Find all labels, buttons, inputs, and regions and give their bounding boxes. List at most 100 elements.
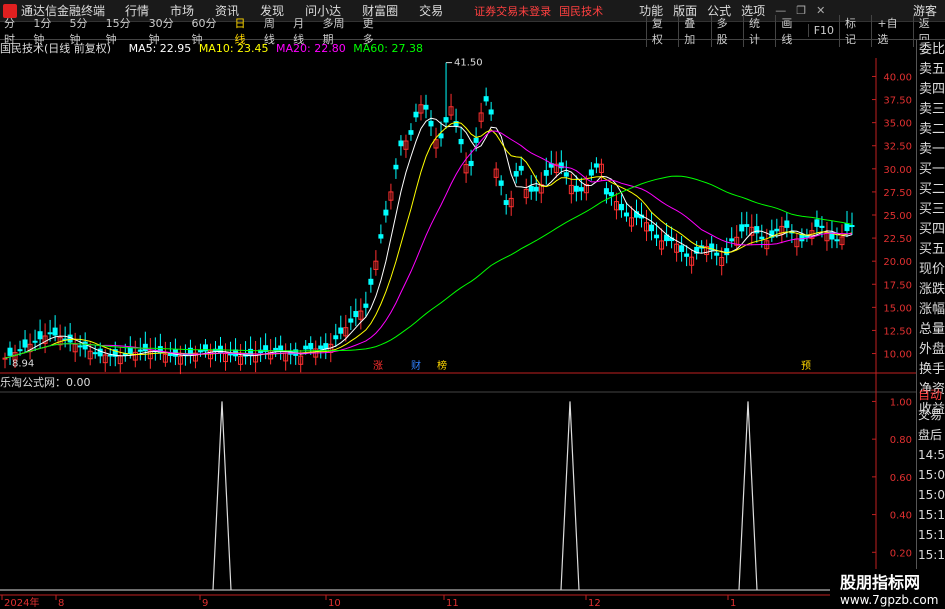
date-label: 9 [202, 598, 208, 609]
price-tick-label: 25.00 [883, 211, 912, 222]
candle-body [719, 256, 725, 266]
candle-body [694, 246, 700, 254]
tool-stats[interactable]: 统计 [743, 14, 775, 47]
side-item: 委比 [919, 42, 945, 57]
candle-body [503, 200, 509, 205]
tool-draw[interactable]: 画线 [775, 14, 807, 47]
candle-body [202, 344, 208, 352]
candle-body [829, 231, 835, 240]
side-item: 买三 [919, 202, 945, 217]
candle-body [147, 350, 153, 360]
ma5-line [4, 117, 853, 359]
candle-body [603, 188, 609, 195]
side-item: 自动 [918, 388, 943, 402]
candle-body [127, 346, 133, 355]
tool-f10[interactable]: F10 [807, 24, 839, 37]
tool-add-watch[interactable]: +自选 [871, 14, 912, 47]
candle-body [704, 246, 710, 256]
candle-body [443, 117, 449, 123]
candle-body [207, 350, 213, 360]
candle-body [22, 339, 28, 348]
candle-body [112, 349, 118, 357]
candle-body [283, 352, 289, 362]
candle-body [794, 238, 800, 248]
candle-body [674, 243, 680, 253]
ma60-line [4, 175, 853, 359]
candle-body [268, 350, 274, 360]
ma60-label: MA60: 27.38 [353, 42, 423, 55]
candle-body [348, 318, 354, 323]
candle-body [343, 327, 349, 337]
tool-overlay[interactable]: 叠加 [678, 14, 710, 47]
high-price-label: 41.50 [454, 58, 483, 69]
candle-body [769, 230, 775, 238]
candle-body [588, 169, 594, 176]
side-item: 卖五 [919, 62, 945, 77]
candle-body [162, 353, 168, 363]
side-item: 交易 [918, 408, 943, 422]
candle-body [243, 353, 249, 357]
price-tick-label: 27.50 [883, 188, 912, 199]
candle-body [57, 336, 63, 346]
candle-body [513, 171, 519, 177]
candle-body [72, 343, 78, 353]
candle-body [563, 172, 569, 177]
candle-body [593, 163, 599, 168]
candle-body [834, 239, 840, 242]
candle-body [754, 226, 760, 234]
candle-body [699, 245, 705, 249]
candle-body [233, 349, 239, 357]
menu-trade[interactable]: 交易 [419, 2, 443, 19]
candle-body [824, 232, 830, 242]
candle-body [117, 355, 123, 365]
candle-body [598, 163, 604, 173]
candle-body [844, 223, 850, 232]
indicator-info: 乐淘公式网：0.00 [0, 374, 91, 390]
close-icon[interactable]: ✕ [816, 4, 825, 17]
side-item: 涨幅 [919, 302, 945, 317]
kline-chart[interactable]: 40.00 37.50 35.00 32.50 30.00 27.50 25.00 22.50… [0, 0, 945, 609]
candle-body [328, 343, 334, 354]
date-label: 2024年 [4, 596, 39, 609]
candle-body [488, 109, 494, 115]
tool-multi[interactable]: 多股 [710, 14, 743, 47]
indicator-tick-label: 1.00 [890, 397, 912, 408]
price-tick-label: 22.50 [883, 234, 912, 245]
price-tick-label: 20.00 [883, 257, 912, 268]
ma10-label: MA10: 23.45 [198, 42, 269, 55]
candle-body [804, 235, 810, 238]
candle-body [774, 228, 780, 232]
side-item: 买五 [919, 242, 945, 257]
candle-body [308, 343, 314, 350]
date-label: 1 [730, 598, 736, 609]
candle-body [212, 348, 218, 352]
candle-body [383, 209, 389, 216]
candle-body [298, 355, 304, 365]
candle-body [518, 165, 524, 171]
candle-body [528, 186, 534, 192]
indicator-tick-label: 0.80 [890, 435, 912, 446]
indicator-tick-label: 0.40 [890, 511, 912, 522]
candle-body [578, 187, 584, 192]
candle-body [523, 188, 529, 199]
candle-body [664, 234, 670, 242]
tool-fuquan[interactable]: 复权 [645, 14, 678, 47]
candle-body [102, 354, 108, 364]
candle-body [839, 236, 845, 246]
side-item: 卖四 [919, 82, 945, 97]
candle-body [62, 338, 68, 341]
candle-body [553, 163, 559, 173]
candle-body [729, 238, 735, 242]
side-item: 15:14 [918, 528, 945, 542]
candle-body [52, 327, 58, 336]
candle-body [12, 352, 18, 361]
tool-mark[interactable]: 标记 [839, 14, 871, 47]
side-item: 15:00 [918, 468, 945, 482]
candle-body [428, 120, 434, 127]
event-marker: 榜 [437, 359, 447, 372]
candle-body [182, 353, 188, 357]
candle-body [749, 226, 755, 236]
candle-body [388, 191, 394, 201]
candle-body [543, 170, 549, 176]
candle-body [789, 231, 795, 234]
